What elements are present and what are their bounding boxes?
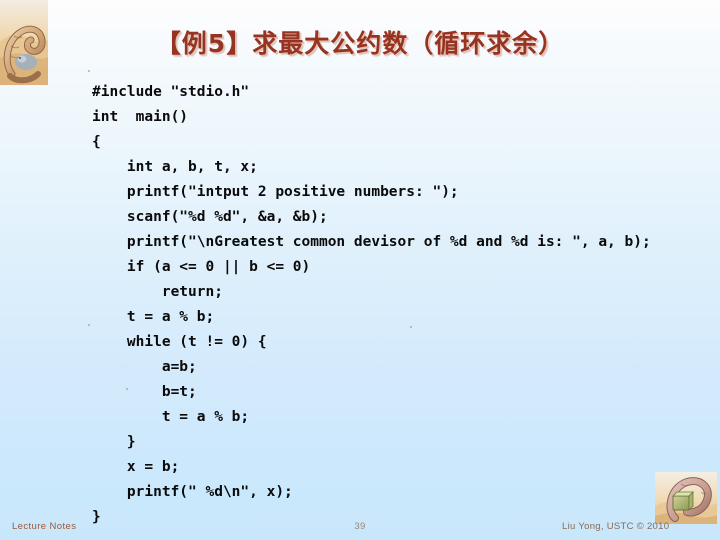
code-block: #include "stdio.h" int main() { int a, b, … — [92, 80, 717, 530]
artifact-dot — [88, 70, 90, 72]
code-line: { — [92, 134, 101, 150]
curled-snake-with-box-illustration — [655, 472, 717, 524]
slide-canvas: 【例5】求最大公约数（循环求余） #include "stdio.h" int m… — [0, 0, 720, 540]
footer-lecture-label: Lecture Notes — [12, 521, 77, 532]
code-line: a=b; — [92, 359, 197, 375]
code-line: if (a <= 0 || b <= 0) — [92, 259, 311, 275]
code-line: t = a % b; — [92, 409, 250, 425]
slide-title: 【例5】求最大公约数（循环求余） — [155, 29, 565, 58]
code-line: printf("intput 2 positive numbers: "); — [92, 184, 459, 200]
code-line: #include "stdio.h" — [92, 84, 250, 100]
code-line: printf(" %d\n", x); — [92, 484, 293, 500]
bottom-right-decoration-image — [655, 472, 717, 524]
code-line: int a, b, t, x; — [92, 159, 258, 175]
footer-page-number: 39 — [354, 521, 366, 532]
code-line: t = a % b; — [92, 309, 215, 325]
footer-copyright: Liu Yong, USTC © 2010 — [562, 521, 670, 532]
code-line: b=t; — [92, 384, 197, 400]
code-line: printf("\nGreatest common devisor of %d … — [92, 234, 651, 250]
code-line: int main() — [92, 109, 189, 125]
code-line: while (t != 0) { — [92, 334, 267, 350]
code-line: scanf("%d %d", &a, &b); — [92, 209, 328, 225]
artifact-dot — [88, 324, 90, 326]
code-line: return; — [92, 284, 223, 300]
code-line: x = b; — [92, 459, 180, 475]
code-line: } — [92, 434, 136, 450]
